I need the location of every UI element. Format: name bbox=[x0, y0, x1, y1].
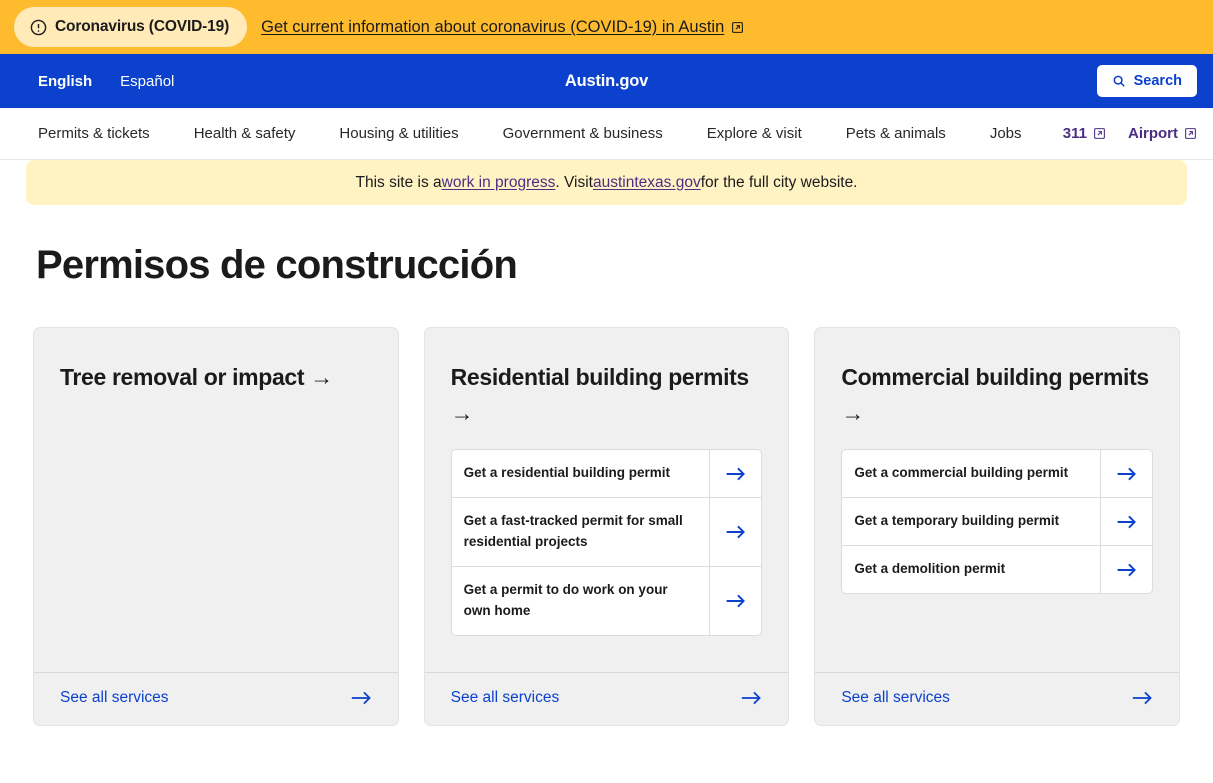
card-body-tree-removal bbox=[34, 396, 398, 658]
service-link-label: Get a demolition permit bbox=[854, 561, 1006, 577]
see-all-services-residential-permits[interactable]: See all services bbox=[424, 672, 789, 725]
service-list: Get a residential building permit Get a … bbox=[450, 449, 763, 636]
see-all-services-label: See all services bbox=[450, 689, 560, 706]
service-card-grid: Tree removal or impact → See all service… bbox=[0, 288, 1213, 726]
service-link-label: Get a temporary building permit bbox=[854, 513, 1060, 529]
search-button[interactable]: Search bbox=[1096, 65, 1197, 97]
service-link-label: Get a permit to do work on your own home bbox=[463, 582, 668, 618]
nav-item-health-safety[interactable]: Health & safety bbox=[194, 125, 296, 142]
covid-alert-link-label: Get current information about coronaviru… bbox=[261, 17, 725, 36]
notice-link-austintexas[interactable]: austintexas.gov bbox=[593, 174, 701, 192]
page-title: Permisos de construcción bbox=[36, 243, 518, 287]
arrow-right-icon bbox=[1100, 450, 1152, 498]
covid-alert-bar: Coronavirus (COVID-19) Get current infor… bbox=[0, 0, 1213, 54]
service-card-residential-permits: Residential building permits → Get a res… bbox=[423, 327, 790, 726]
card-title-link-commercial-permits[interactable]: Commercial building permits → bbox=[815, 328, 1179, 431]
card-title-link-residential-permits[interactable]: Residential building permits → bbox=[425, 328, 789, 431]
arrow-right-icon bbox=[1100, 498, 1152, 546]
nav-item-list: Permits & tickets Health & safety Housin… bbox=[38, 125, 1022, 142]
utility-bar: English Español Austin.gov Search bbox=[0, 54, 1213, 108]
arrow-right-glyph: → bbox=[450, 399, 474, 426]
see-all-services-label: See all services bbox=[60, 689, 169, 706]
list-item[interactable]: Get a temporary building permit bbox=[842, 498, 1153, 547]
search-icon bbox=[1112, 74, 1126, 88]
notice-text-after: for the full city website. bbox=[700, 173, 858, 191]
nav-item-housing-utilities[interactable]: Housing & utilities bbox=[339, 125, 458, 142]
service-card-commercial-permits: Commercial building permits → Get a comm… bbox=[814, 327, 1181, 726]
work-in-progress-banner: This site is a work in progress. Visit a… bbox=[26, 160, 1187, 205]
nav-link-311[interactable]: 311 bbox=[1063, 125, 1106, 142]
service-link-label: Get a commercial building permit bbox=[854, 465, 1069, 481]
list-item[interactable]: Get a residential building permit bbox=[451, 450, 762, 499]
arrow-right-glyph: → bbox=[841, 399, 864, 426]
list-item[interactable]: Get a permit to do work on your own home bbox=[452, 567, 762, 635]
see-all-services-label: See all services bbox=[841, 689, 950, 706]
arrow-right-glyph: → bbox=[310, 364, 333, 390]
see-all-services-commercial-permits[interactable]: See all services bbox=[815, 672, 1180, 725]
card-body-residential-permits: Get a residential building permit Get a … bbox=[425, 431, 789, 658]
external-link-icon bbox=[1093, 127, 1106, 140]
nav-link-airport[interactable]: Airport bbox=[1128, 125, 1197, 142]
notice-link-work-in-progress[interactable]: work in progress bbox=[442, 174, 556, 192]
list-item[interactable]: Get a fast-tracked permit for small resi… bbox=[451, 498, 762, 568]
nav-item-jobs[interactable]: Jobs bbox=[990, 125, 1022, 142]
card-title-link-tree-removal[interactable]: Tree removal or impact → bbox=[34, 328, 398, 396]
nav-item-permits-tickets[interactable]: Permits & tickets bbox=[38, 125, 150, 142]
arrow-right-icon bbox=[709, 450, 761, 498]
nav-item-government-business[interactable]: Government & business bbox=[503, 125, 663, 142]
nav-item-explore-visit[interactable]: Explore & visit bbox=[707, 125, 802, 142]
language-option-espanol[interactable]: Español bbox=[120, 73, 174, 90]
card-title-residential-permits: Residential building permits bbox=[450, 364, 750, 390]
external-link-icon bbox=[1184, 127, 1197, 140]
site-brand: Austin.gov bbox=[564, 71, 649, 90]
card-title-commercial-permits: Commercial building permits bbox=[841, 364, 1149, 390]
covid-alert-link[interactable]: Get current information about coronaviru… bbox=[261, 18, 744, 37]
notice-text-before: This site is a bbox=[355, 173, 442, 191]
language-switcher: English Español bbox=[38, 73, 174, 90]
arrow-right-icon bbox=[1132, 690, 1153, 706]
arrow-right-icon bbox=[1100, 546, 1152, 594]
nav-item-pets-animals[interactable]: Pets & animals bbox=[846, 125, 946, 142]
warning-circle-icon bbox=[30, 19, 47, 36]
list-item[interactable]: Get a commercial building permit bbox=[842, 450, 1153, 499]
service-link-label: Get a residential building permit bbox=[463, 465, 670, 481]
service-card-tree-removal: Tree removal or impact → See all service… bbox=[33, 327, 399, 726]
arrow-right-icon bbox=[709, 498, 761, 567]
arrow-right-icon bbox=[741, 690, 762, 706]
service-list: Get a commercial building permit Get a t… bbox=[841, 449, 1154, 595]
search-button-label: Search bbox=[1133, 73, 1182, 89]
card-title-tree-removal: Tree removal or impact bbox=[60, 364, 305, 390]
see-all-services-tree-removal[interactable]: See all services bbox=[34, 672, 398, 725]
language-option-english[interactable]: English bbox=[38, 73, 92, 90]
arrow-right-icon bbox=[709, 567, 761, 635]
main-navigation: Permits & tickets Health & safety Housin… bbox=[0, 108, 1213, 160]
notice-text-middle: . Visit bbox=[555, 173, 593, 191]
nav-link-airport-label: Airport bbox=[1128, 125, 1178, 142]
service-link-label: Get a fast-tracked permit for small resi… bbox=[463, 513, 683, 550]
covid-alert-badge-label: Coronavirus (COVID-19) bbox=[55, 18, 230, 35]
list-item[interactable]: Get a demolition permit bbox=[842, 546, 1152, 594]
nav-link-311-label: 311 bbox=[1062, 125, 1087, 142]
arrow-right-icon bbox=[351, 690, 372, 706]
nav-external-links: 311 Airport bbox=[1063, 125, 1197, 142]
external-link-icon bbox=[731, 21, 744, 34]
covid-alert-badge: Coronavirus (COVID-19) bbox=[14, 7, 248, 47]
notice-wrapper: This site is a work in progress. Visit a… bbox=[0, 160, 1213, 205]
card-body-commercial-permits: Get a commercial building permit Get a t… bbox=[815, 431, 1179, 658]
